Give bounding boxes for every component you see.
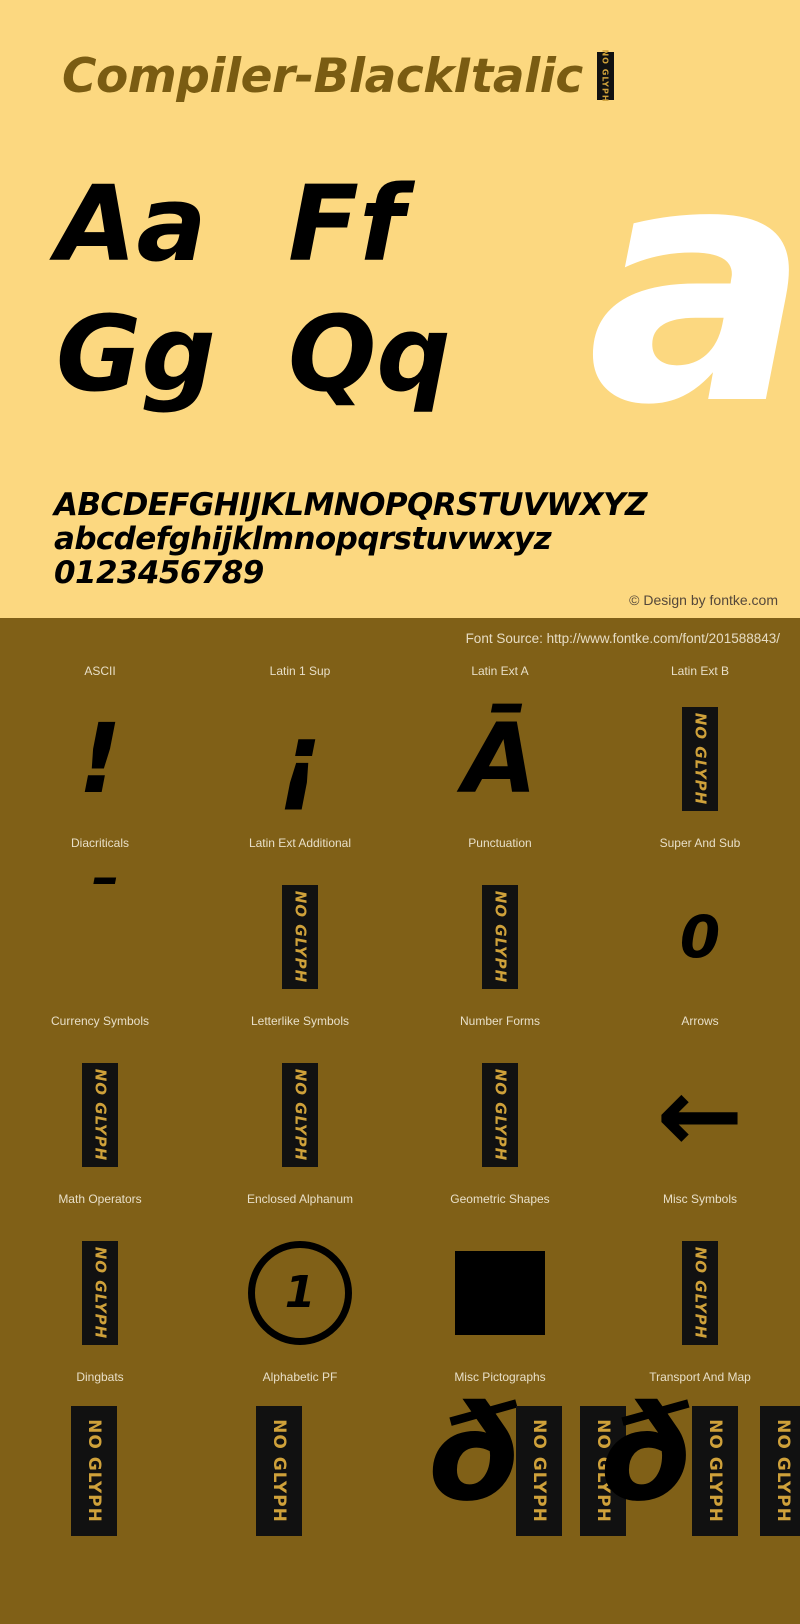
- block-cell-enclosedalphanum: 1 Alphabetic PF: [200, 1206, 400, 1384]
- block-label-numberforms: Number Forms: [459, 1014, 540, 1028]
- no-glyph-badge-numberforms: NO GLYPH: [482, 1063, 518, 1167]
- no-glyph-badge-label: NO GLYPH: [91, 1068, 110, 1162]
- block-label-geometricshapes: Geometric Shapes: [450, 1192, 550, 1206]
- block-row-3: NO GLYPH Math Operators NO GLYPH Enclose…: [0, 1028, 800, 1206]
- glyph-geometricshapes: [400, 1228, 600, 1358]
- glyph-numberforms: NO GLYPH: [400, 1050, 600, 1180]
- specimen-top-panel: a Compiler-BlackItalic NO GLYPH Aa Ff Gg…: [0, 0, 800, 618]
- block-cell-latinextadditional: NO GLYPH Letterlike Symbols: [200, 850, 400, 1028]
- glyph-transportandmap: ð: [600, 1377, 691, 1531]
- block-cell-latinexta: Ā Punctuation: [400, 672, 600, 850]
- no-glyph-badge-label: NO GLYPH: [91, 1246, 110, 1340]
- unicode-blocks-panel: Font Source: http://www.fontke.com/font/…: [0, 618, 800, 1624]
- glyph-miscpictographs: ð: [428, 1377, 519, 1531]
- glyph-arrows: ←: [600, 1050, 800, 1180]
- block-cell-letterlikesymbols: NO GLYPH Enclosed Alphanum: [200, 1028, 400, 1206]
- letter-pair-aa: Aa: [56, 163, 207, 285]
- design-credit: © Design by fontke.com: [629, 592, 778, 608]
- block-label-diacriticals: Diacriticals: [70, 836, 129, 850]
- no-glyph-badge-label: NO GLYPH: [529, 1419, 549, 1523]
- block-row-1: ! Diacriticals ¡ Latin Ext Additional Ā …: [0, 672, 800, 850]
- block-cell-arrows: ← Misc Symbols: [600, 1028, 800, 1206]
- filled-square-icon: [455, 1251, 545, 1335]
- alphabet-digits: 0123456789: [54, 555, 264, 591]
- no-glyph-badge-transport-2: NO GLYPH: [760, 1406, 800, 1536]
- no-glyph-badge-latinextadditional: NO GLYPH: [282, 885, 318, 989]
- glyph-diacriticals: ˉ: [82, 866, 118, 948]
- no-glyph-badge-label: NO GLYPH: [84, 1419, 104, 1523]
- block-cell-diacriticals: ˉ Currency Symbols: [0, 850, 200, 1028]
- block-label-punctuation: Punctuation: [468, 836, 532, 850]
- letter-pair-gg: Gg: [56, 293, 216, 415]
- glyph-enclosedalphanum: 1: [200, 1228, 400, 1358]
- block-label-miscsymbols: Misc Symbols: [662, 1192, 737, 1206]
- no-glyph-badge-label: NO GLYPH: [291, 1068, 310, 1162]
- no-glyph-badge-dingbats: NO GLYPH: [71, 1406, 117, 1536]
- glyph-latinextb: NO GLYPH: [600, 694, 800, 824]
- title-row: Compiler-BlackItalic NO GLYPH: [62, 48, 614, 104]
- glyph-letterlikesymbols: NO GLYPH: [200, 1050, 400, 1180]
- no-glyph-badge-mathoperators: NO GLYPH: [82, 1241, 118, 1345]
- glyph-miscsymbols: NO GLYPH: [600, 1228, 800, 1358]
- alphabet-sample: ABCDEFGHIJKLMNOPQRSTUVWXYZ abcdefghijklm…: [54, 488, 647, 590]
- block-label-mathoperators: Math Operators: [58, 1192, 142, 1206]
- glyph-latinextadditional: NO GLYPH: [200, 872, 400, 1002]
- block-row-4: NO GLYPH Dingbats 1 Alphabetic PF Misc P…: [0, 1206, 800, 1384]
- alphabet-uppercase: ABCDEFGHIJKLMNOPQRSTUVWXYZ: [54, 487, 647, 523]
- no-glyph-badge-label: NO GLYPH: [491, 890, 510, 984]
- no-glyph-badge-letterlikesymbols: NO GLYPH: [282, 1063, 318, 1167]
- block-cell-ascii: ! Diacriticals: [0, 672, 200, 850]
- big-letter-display: a: [587, 93, 800, 477]
- letter-pair-ff: Ff: [288, 163, 405, 285]
- block-cell-latinextb: NO GLYPH Super And Sub: [600, 672, 800, 850]
- block-cell-geometricshapes: Misc Pictographs: [400, 1206, 600, 1384]
- no-glyph-badge-label: NO GLYPH: [691, 712, 710, 806]
- glyph-ascii: !: [78, 703, 122, 815]
- no-glyph-badge-pictographs-1: NO GLYPH: [516, 1406, 562, 1536]
- glyph-superandsub: 0: [679, 903, 721, 971]
- glyph-latinexta: Ā: [462, 703, 538, 815]
- block-cell-punctuation: NO GLYPH Number Forms: [400, 850, 600, 1028]
- arrow-left-icon: ←: [656, 1054, 744, 1176]
- no-glyph-badge-latinextb: NO GLYPH: [682, 707, 718, 811]
- no-glyph-badge-transport-1: NO GLYPH: [692, 1406, 738, 1536]
- glyph-mathoperators: NO GLYPH: [0, 1228, 200, 1358]
- no-glyph-badge-label: NO GLYPH: [691, 1246, 710, 1340]
- block-row-5: NO GLYPH NO GLYPH ð NO GLYPH NO GLYPH ð …: [0, 1388, 800, 1624]
- block-label-currencysymbols: Currency Symbols: [50, 1014, 150, 1028]
- no-glyph-badge-label: NO GLYPH: [705, 1419, 725, 1523]
- block-label-latinextadditional: Latin Ext Additional: [248, 836, 352, 850]
- no-glyph-badge-alphabeticpf: NO GLYPH: [256, 1406, 302, 1536]
- block-label-dingbats: Dingbats: [76, 1370, 124, 1384]
- block-cell-latin1sup: ¡ Latin Ext Additional: [200, 672, 400, 850]
- page-title: Compiler-BlackItalic: [62, 48, 583, 104]
- block-label-arrows: Arrows: [681, 1014, 719, 1028]
- block-label-letterlikesymbols: Letterlike Symbols: [250, 1014, 350, 1028]
- block-cell-superandsub: 0 Arrows: [600, 850, 800, 1028]
- block-label-alphabeticpf: Alphabetic PF: [262, 1370, 338, 1384]
- glyph-latin1sup: ¡: [278, 703, 322, 815]
- block-cell-mathoperators: NO GLYPH Dingbats: [0, 1206, 200, 1384]
- block-cell-miscsymbols: NO GLYPH Transport And Map: [600, 1206, 800, 1384]
- glyph-currencysymbols: NO GLYPH: [0, 1050, 200, 1180]
- no-glyph-badge-label: NO GLYPH: [291, 890, 310, 984]
- alphabet-lowercase: abcdefghijklmnopqrstuvwxyz: [54, 521, 552, 557]
- no-glyph-badge-miscsymbols: NO GLYPH: [682, 1241, 718, 1345]
- block-cell-currencysymbols: NO GLYPH Math Operators: [0, 1028, 200, 1206]
- letter-pair-qq: Qq: [288, 293, 451, 415]
- no-glyph-badge-punctuation: NO GLYPH: [482, 885, 518, 989]
- no-glyph-badge-label: NO GLYPH: [491, 1068, 510, 1162]
- no-glyph-badge-currencysymbols: NO GLYPH: [82, 1063, 118, 1167]
- letter-pair-grid: Aa Ff Gg Qq: [56, 172, 476, 432]
- block-label-enclosedalphanum: Enclosed Alphanum: [246, 1192, 354, 1206]
- no-glyph-badge-label: NO GLYPH: [269, 1419, 289, 1523]
- block-row-2: ˉ Currency Symbols NO GLYPH Letterlike S…: [0, 850, 800, 1028]
- no-glyph-badge-label: NO GLYPH: [773, 1419, 793, 1523]
- circled-one-icon: 1: [248, 1241, 352, 1345]
- block-cell-numberforms: NO GLYPH Geometric Shapes: [400, 1028, 600, 1206]
- glyph-punctuation: NO GLYPH: [400, 872, 600, 1002]
- block-label-superandsub: Super And Sub: [659, 836, 741, 850]
- font-source-link[interactable]: Font Source: http://www.fontke.com/font/…: [466, 631, 780, 646]
